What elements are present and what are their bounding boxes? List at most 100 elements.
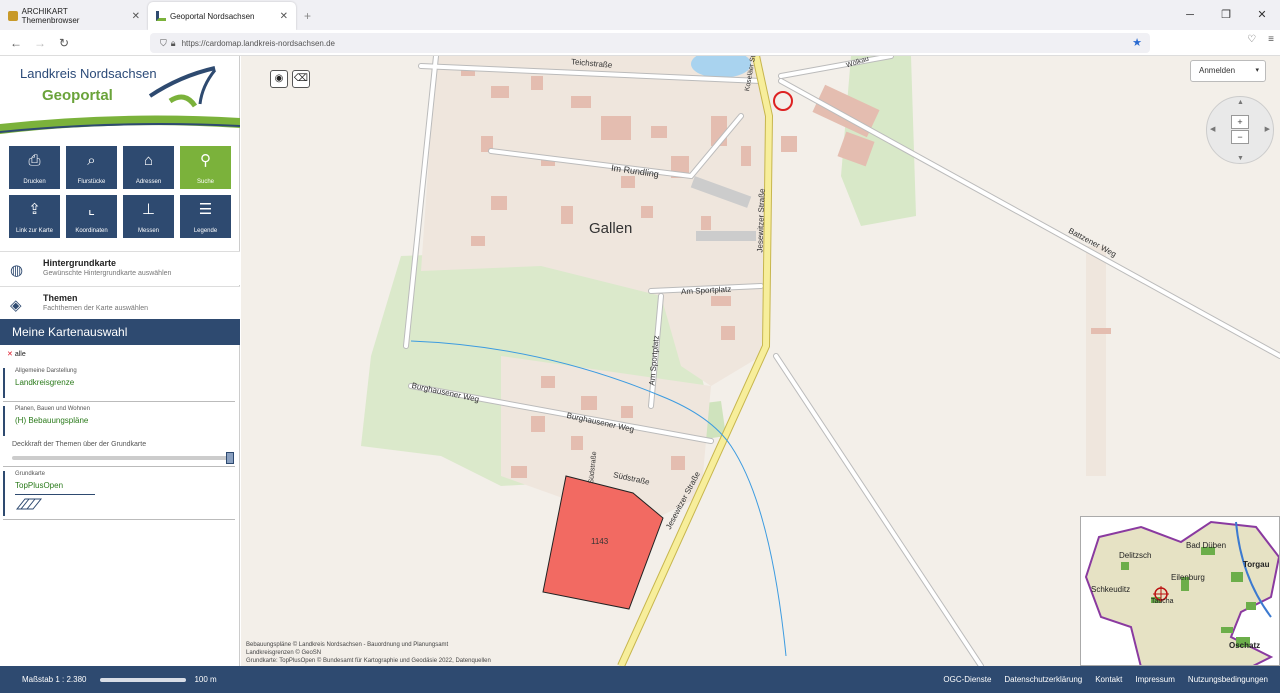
map-attribution: Bebauungspläne © Landkreis Nordsachsen -… <box>246 641 491 665</box>
back-icon[interactable]: ← <box>4 36 28 50</box>
bookmark-star-icon[interactable]: ★ <box>1132 36 1142 49</box>
pan-right-icon[interactable]: ▶ <box>1265 125 1270 133</box>
tool-label: Legende <box>193 228 218 234</box>
url-text: https://cardomap.landkreis-nordsachsen.d… <box>181 38 335 48</box>
zoom-out-button[interactable]: − <box>1231 130 1249 144</box>
layer-item-landkreisgrenze[interactable]: Allgemeine Darstellung Landkreisgrenze <box>3 368 235 398</box>
place-label: Gallen <box>589 220 633 237</box>
parcel-search-icon: ⌕ <box>87 152 96 169</box>
measure-icon: ⊥ <box>141 201 156 218</box>
browser-tab-geoportal[interactable]: Geoportal Nordsachsen ✕ <box>148 2 296 30</box>
sidebar: Landkreis Nordsachsen Geoportal ⎙ Drucken… <box>0 56 240 666</box>
search-button[interactable]: ⚲ Suche <box>180 146 231 189</box>
scale-length: 100 m <box>194 675 217 684</box>
close-tab-icon[interactable]: ✕ <box>272 11 288 22</box>
print-button[interactable]: ⎙ Drucken <box>9 146 60 189</box>
ogc-services-link[interactable]: OGC-Dienste <box>943 675 991 684</box>
layer-name: Landkreisgrenze <box>15 378 75 387</box>
divider <box>3 401 235 402</box>
contact-link[interactable]: Kontakt <box>1095 675 1122 684</box>
reload-icon[interactable]: ↻ <box>52 36 76 50</box>
tool-label: Flurstücke <box>77 179 106 185</box>
login-label: Anmelden <box>1199 66 1236 75</box>
minimize-icon[interactable]: ─ <box>1172 0 1208 30</box>
imprint-link[interactable]: Impressum <box>1135 675 1175 684</box>
tool-label: Suche <box>196 179 214 185</box>
basemap-thumbnail-icon <box>15 498 43 510</box>
attribution-line: Landkreisgrenzen © GeoSN <box>246 650 322 656</box>
coordinates-button[interactable]: ⌞ Koordinaten <box>66 195 117 238</box>
forward-icon[interactable]: → <box>28 36 52 50</box>
pan-up-icon[interactable]: ▲ <box>1237 99 1244 106</box>
overview-label: Eilenburg <box>1171 573 1205 582</box>
tab-title: Geoportal Nordsachsen <box>170 11 255 21</box>
themes-section[interactable]: ◈ Themen Fachthemen der Karte auswählen <box>0 286 240 320</box>
tool-label: Drucken <box>23 179 46 185</box>
pocket-icon[interactable]: ♡ <box>1247 34 1256 45</box>
remove-icon: ✕ <box>7 351 13 358</box>
my-maps-header: Meine Kartenauswahl <box>0 319 240 345</box>
themes-title: Themen <box>43 293 78 303</box>
tab-title: ARCHIKART Themenbrowser <box>21 7 80 25</box>
legend-icon: ☰ <box>198 201 213 218</box>
parcels-button[interactable]: ⌕ Flurstücke <box>66 146 117 189</box>
layer-name: TopPlusOpen <box>15 481 64 490</box>
map-link-button[interactable]: ⇪ Link zur Karte <box>9 195 60 238</box>
legend-button[interactable]: ☰ Legende <box>180 195 231 238</box>
layer-item-bebauungsplaene[interactable]: Planen, Bauen und Wohnen (H) Bebauungspl… <box>3 406 235 436</box>
footer: Maßstab 1 : 2.380 100 m OGC-Dienste Date… <box>0 666 1280 693</box>
basemap-section[interactable]: ◍ Hintergrundkarte Gewünschte Hintergrun… <box>0 251 240 285</box>
footer-links: OGC-Dienste Datenschutzerklärung Kontakt… <box>943 666 1268 693</box>
address-search-icon: ⌂ <box>143 152 154 169</box>
archikart-favicon-icon <box>8 11 18 21</box>
attribution-line: Bebauungspläne © Landkreis Nordsachsen -… <box>246 642 449 648</box>
clear-all-label: alle <box>14 351 26 358</box>
restore-icon[interactable]: ❐ <box>1208 0 1244 30</box>
clear-all-button[interactable]: ✕ alle <box>7 350 26 358</box>
basemap-title: Hintergrundkarte <box>43 258 117 268</box>
browser-tabbar: ARCHIKART Themenbrowser ✕ Geoportal Nord… <box>0 0 1280 30</box>
basemap-subtitle: Gewünschte Hintergrundkarte auswählen <box>43 270 172 277</box>
map-navigation-control[interactable]: ▲ ▼ ◀ ▶ + − <box>1206 96 1274 164</box>
tool-label: Messen <box>137 228 159 234</box>
globe-icon: ◍ <box>10 262 24 279</box>
overview-label: Oschatz <box>1229 641 1261 650</box>
overview-map[interactable]: Delitzsch Bad Düben Torgau Eilenburg Sch… <box>1080 516 1280 666</box>
slider-handle[interactable] <box>226 452 234 464</box>
login-dropdown[interactable]: Anmelden ▾ <box>1190 60 1266 82</box>
close-tab-icon[interactable]: ✕ <box>124 11 140 22</box>
eraser-icon[interactable]: ⌫ <box>292 70 310 88</box>
privacy-link[interactable]: Datenschutzerklärung <box>1004 675 1082 684</box>
logo: Landkreis Nordsachsen Geoportal <box>0 56 240 136</box>
plan-label: 1143 <box>591 537 609 546</box>
tool-label: Link zur Karte <box>15 228 54 234</box>
coordinates-icon: ⌞ <box>87 201 96 218</box>
layer-group: Planen, Bauen und Wohnen <box>15 406 90 412</box>
url-bar[interactable]: ⛉ 🔒︎ https://cardomap.landkreis-nordsach… <box>150 33 1150 53</box>
addresses-button[interactable]: ⌂ Adressen <box>123 146 174 189</box>
new-tab-icon[interactable]: + <box>296 2 319 30</box>
measure-button[interactable]: ⊥ Messen <box>123 195 174 238</box>
close-window-icon[interactable]: ✕ <box>1244 0 1280 30</box>
browser-navbar: ← → ↻ ⛉ 🔒︎ https://cardomap.landkreis-no… <box>0 30 1280 56</box>
layer-name: (H) Bebauungspläne <box>15 416 89 425</box>
browser-tab-archikart[interactable]: ARCHIKART Themenbrowser ✕ <box>0 2 148 30</box>
layer-group: Grundkarte <box>15 471 46 477</box>
logo-subtitle: Geoportal <box>42 87 113 104</box>
layer-item-basemap[interactable]: Grundkarte TopPlusOpen <box>3 471 235 516</box>
menu-icon[interactable]: ≡ <box>1268 34 1274 45</box>
divider <box>3 466 235 467</box>
themes-subtitle: Fachthemen der Karte auswählen <box>43 305 149 312</box>
pan-down-icon[interactable]: ▼ <box>1237 155 1244 162</box>
zoom-in-button[interactable]: + <box>1231 115 1249 129</box>
globe-view-icon[interactable]: ◉ <box>270 70 288 88</box>
scale-bar <box>100 677 187 682</box>
tool-grid: ⎙ Drucken ⌕ Flurstücke ⌂ Adressen ⚲ Suche ⇪ L… <box>9 146 231 238</box>
logo-title: Landkreis Nordsachsen <box>20 66 157 81</box>
terms-link[interactable]: Nutzungsbedingungen <box>1188 675 1268 684</box>
pan-left-icon[interactable]: ◀ <box>1210 125 1215 133</box>
printer-icon: ⎙ <box>28 152 41 169</box>
layers-icon: ◈ <box>10 297 22 314</box>
layer-group: Allgemeine Darstellung <box>15 368 77 374</box>
opacity-slider[interactable] <box>12 452 234 464</box>
